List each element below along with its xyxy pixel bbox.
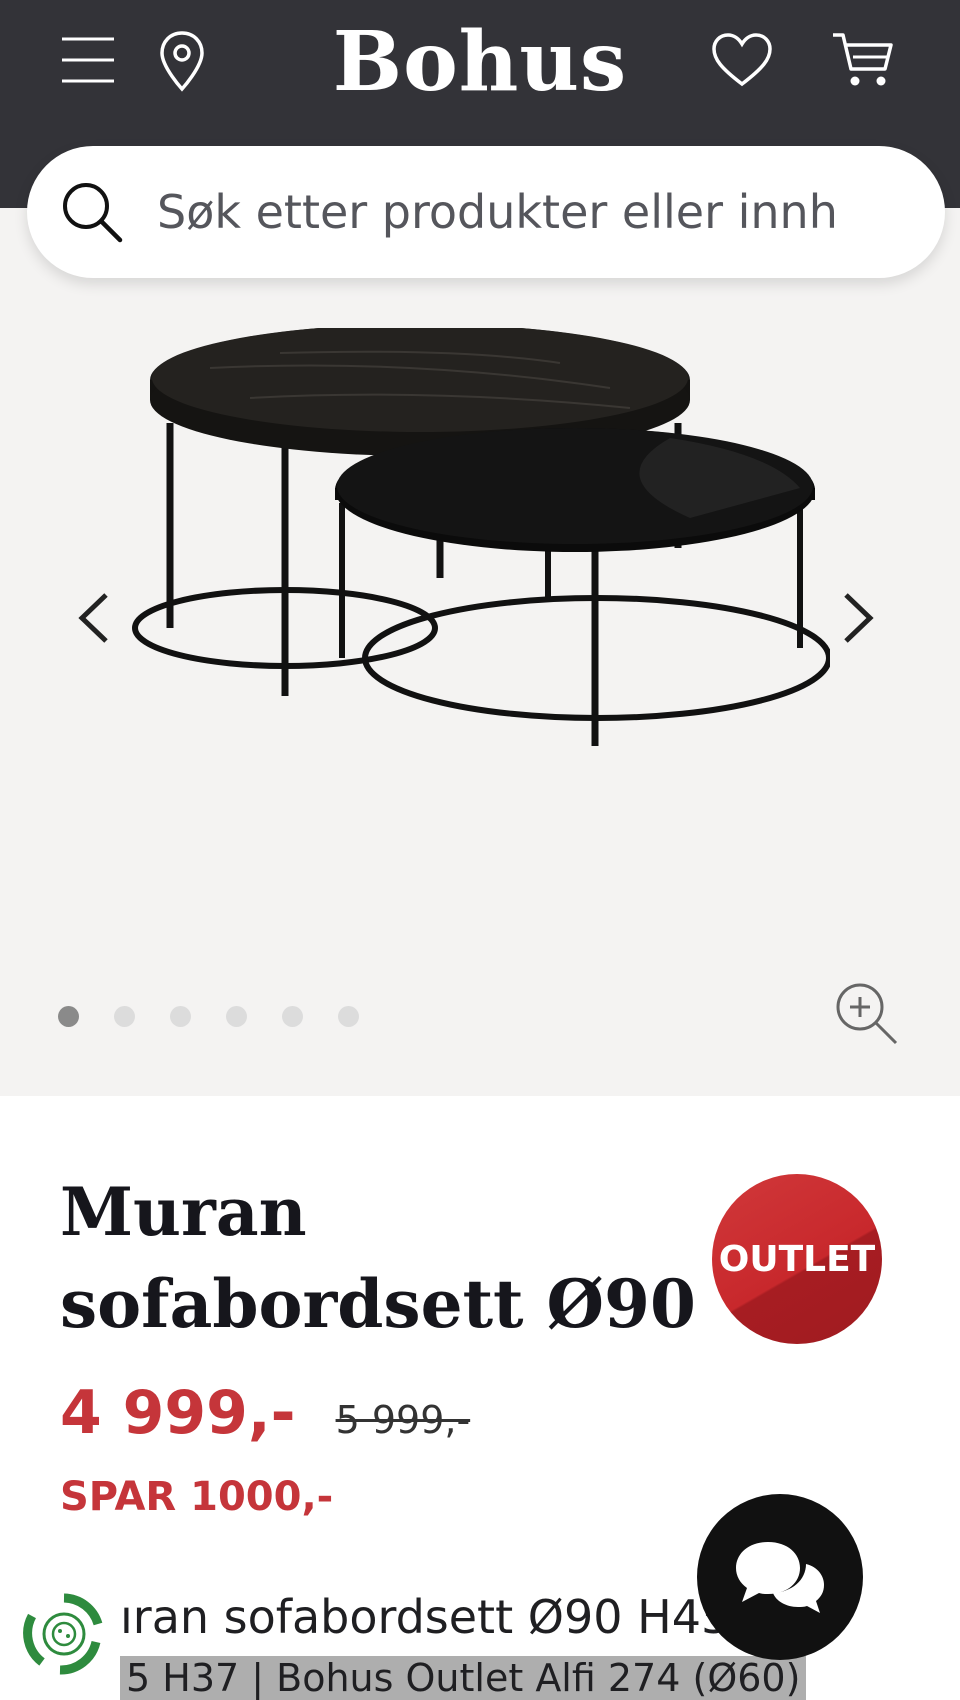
product-description-line2: 5 H37 | Bohus Outlet Alfi 274 (Ø60) [120,1656,807,1700]
wishlist-button[interactable] [710,30,774,90]
search-bar[interactable] [27,146,945,278]
outlet-badge: OUTLET [712,1174,882,1344]
search-icon [63,183,123,243]
zoom-in-icon [836,983,898,1045]
product-image[interactable] [130,328,830,768]
prev-image-button[interactable] [66,578,126,658]
original-price: 5 999,- [335,1398,471,1442]
search-icon-wrapper [27,180,157,244]
chevron-left-icon [78,593,108,643]
next-image-button[interactable] [826,578,886,658]
product-description: ıran sofabordsett Ø90 H45. [120,1590,720,1644]
price-row: 4 999,- 5 999,- [60,1378,470,1448]
heart-icon [712,33,772,87]
chat-button[interactable] [697,1494,863,1660]
carousel-dot[interactable] [282,1006,303,1027]
product-description-line2-text: 5 H37 | Bohus Outlet Alfi 274 (Ø60) [120,1656,807,1700]
carousel-dot[interactable] [170,1006,191,1027]
cart-button[interactable] [830,30,896,90]
carousel-dot[interactable] [338,1006,359,1027]
search-input[interactable] [157,185,917,239]
carousel-dots [58,1006,359,1027]
chevron-right-icon [844,593,874,643]
savings-label: SPAR 1000,- [60,1474,334,1520]
product-gallery [0,208,960,1096]
recycle-icon [23,1593,103,1675]
current-price: 4 999,- [60,1378,296,1448]
carousel-dot[interactable] [114,1006,135,1027]
brand-logo[interactable]: Bohus [0,14,960,110]
cart-icon [833,33,893,86]
eco-badge[interactable] [20,1590,108,1678]
product-title: Muran sofabordsett Ø90 [60,1173,696,1343]
chat-bubbles-icon [736,1542,824,1613]
zoom-button[interactable] [834,981,900,1047]
carousel-dot[interactable] [58,1006,79,1027]
carousel-dot[interactable] [226,1006,247,1027]
